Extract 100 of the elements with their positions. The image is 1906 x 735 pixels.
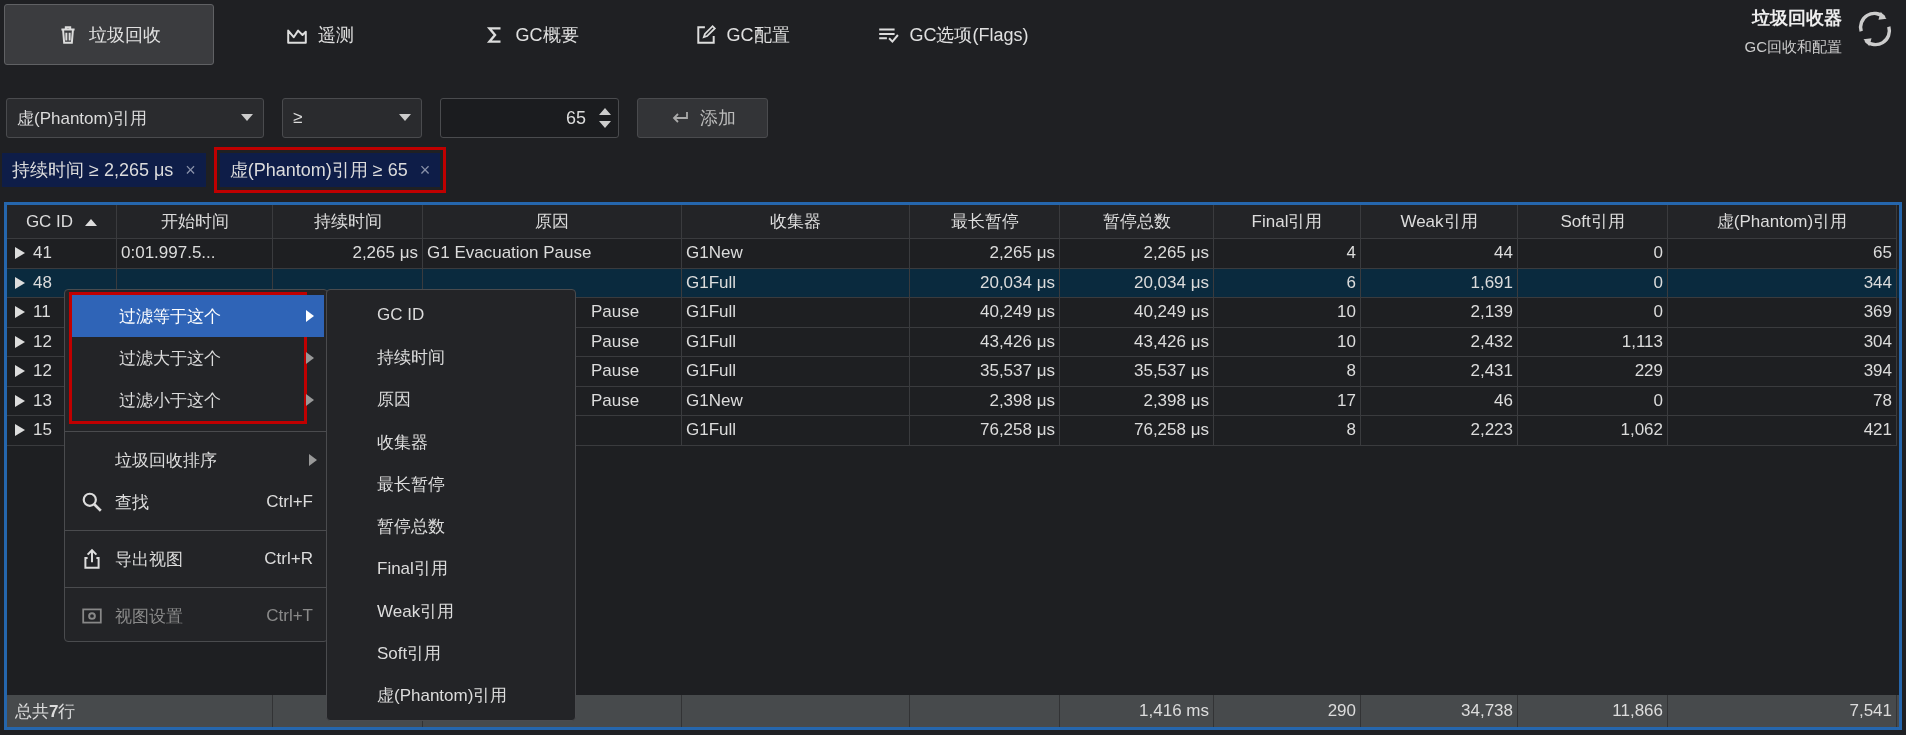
table-cell: 0 (1653, 272, 1663, 293)
table-cell: Pause (591, 331, 640, 352)
table-cell: 304 (1863, 331, 1892, 352)
expand-icon[interactable] (15, 394, 25, 407)
add-button[interactable]: 添加 (637, 98, 768, 138)
table-cell: 78 (1873, 390, 1892, 411)
caret-icon (399, 114, 411, 122)
table-cell: 41 (33, 243, 52, 264)
table-cell: 1,691 (1470, 272, 1513, 293)
table-cell: 76,258 μs (980, 420, 1055, 441)
menu-item[interactable]: Soft引用 (327, 632, 575, 675)
toolbar-tab[interactable]: GC配置 (637, 4, 847, 65)
field-dropdown[interactable]: 虚(Phantom)引用 (6, 98, 264, 138)
edit-icon (694, 23, 717, 46)
column-header[interactable]: Soft引用 (1518, 205, 1668, 239)
column-header[interactable]: 收集器 (682, 205, 910, 239)
table-cell: 2,431 (1470, 361, 1513, 382)
table-cell: 12 (33, 361, 52, 382)
table-cell: 35,537 μs (1134, 361, 1209, 382)
remove-button[interactable]: × (185, 159, 196, 181)
table-cell: 2,398 μs (989, 390, 1055, 411)
expand-icon[interactable] (15, 424, 25, 437)
menu-item[interactable]: Final引用 (327, 547, 575, 591)
expand-icon[interactable] (15, 247, 25, 260)
column-header[interactable]: 开始时间 (117, 205, 273, 239)
table-cell: 46 (1494, 390, 1513, 411)
total-cell: 11,866 (1612, 701, 1663, 721)
expand-icon[interactable] (15, 306, 25, 319)
menu-item[interactable]: 查找 Ctrl+F (65, 481, 327, 523)
total-cell: 7,541 (1849, 701, 1892, 721)
column-header[interactable]: GC ID (7, 205, 117, 239)
table-cell: 13 (33, 390, 52, 411)
table-row[interactable]: 41 0:01.997.5... 2,265 μs G1 Evacuation Pause G1New 2,265 μs 2,265 μs 4 44 0 65 (7, 239, 1899, 269)
column-header[interactable]: 虚(Phantom)引用 (1668, 205, 1897, 239)
column-header[interactable]: Final引用 (1214, 205, 1361, 239)
caret-icon (241, 114, 253, 122)
expand-icon[interactable] (15, 335, 25, 348)
table-cell: G1Full (686, 272, 737, 293)
table-cell: 1,062 (1620, 420, 1663, 441)
table-cell: 10 (1337, 302, 1356, 323)
table-cell: 0:01.997.5... (121, 243, 216, 264)
chip-label: 持续时间 ≥ 2,265 μs (12, 159, 174, 182)
toolbar-tab[interactable]: 遥测 (215, 4, 425, 65)
table-cell: 2,265 μs (1143, 243, 1209, 264)
operator-dropdown[interactable]: ≥ (282, 98, 422, 138)
table-cell: 369 (1863, 302, 1892, 323)
menu-item[interactable]: 虚(Phantom)引用 (327, 674, 575, 717)
share-icon (81, 548, 103, 570)
value-spinbox[interactable]: 65 (440, 98, 619, 138)
table-cell: 35,537 μs (980, 361, 1055, 382)
total-cell: 34,738 (1461, 701, 1513, 721)
toolbar-tab[interactable]: GC选项(Flags) (848, 4, 1058, 65)
panel-title: 垃圾回收器 (1752, 7, 1842, 30)
column-header[interactable]: 原因 (423, 205, 682, 239)
column-header[interactable]: 暂停总数 (1060, 205, 1214, 239)
table-cell: G1Full (686, 361, 737, 382)
table-cell: Pause (591, 361, 640, 382)
sort-ascending-icon (85, 217, 98, 226)
menu-item[interactable]: 过滤等于这个 (72, 295, 324, 337)
column-header[interactable]: 持续时间 (273, 205, 423, 239)
table-cell: 6 (1346, 272, 1356, 293)
table-cell: 40,249 μs (1134, 302, 1209, 323)
menu-item[interactable]: 导出视图 Ctrl+R (65, 538, 327, 580)
table-cell: 20,034 μs (980, 272, 1055, 293)
table-cell: 40,249 μs (980, 302, 1055, 323)
remove-button[interactable]: × (419, 159, 431, 181)
table-cell: G1Full (686, 420, 737, 441)
table-cell: 44 (1494, 243, 1513, 264)
submenu-arrow-icon (309, 454, 317, 466)
column-header[interactable]: 最长暂停 (910, 205, 1060, 239)
table-cell: G1New (686, 390, 743, 411)
menu-item[interactable]: Weak引用 (327, 590, 575, 633)
table-cell: 43,426 μs (1134, 331, 1209, 352)
table-cell: G1Full (686, 331, 737, 352)
total-cell: 290 (1327, 701, 1356, 721)
chip-label: 虚(Phantom)引用 ≥ 65 (229, 159, 408, 182)
menu-item[interactable]: 最长暂停 (327, 463, 575, 506)
table-cell: 394 (1863, 361, 1892, 382)
table-cell: G1 Evacuation Pause (427, 243, 592, 264)
table-cell: 43,426 μs (980, 331, 1055, 352)
table-cell: 15 (33, 420, 52, 441)
table-cell: 229 (1634, 361, 1663, 382)
menu-item[interactable]: 暂停总数 (327, 505, 575, 548)
column-header[interactable]: Weak引用 (1361, 205, 1518, 239)
table-cell: Pause (591, 302, 640, 323)
table-cell: 8 (1346, 420, 1356, 441)
toolbar-tab[interactable]: 垃圾回收 (4, 4, 214, 65)
table-cell: 0 (1653, 302, 1663, 323)
table-cell: 0 (1653, 390, 1663, 411)
toolbar-tab[interactable]: GC概要 (426, 4, 636, 65)
stepper-arrows-icon[interactable] (598, 106, 612, 130)
panel-subtitle: GC回收和配置 (1744, 38, 1842, 57)
table-cell: G1Full (686, 302, 737, 323)
expand-icon[interactable] (15, 365, 25, 378)
table-cell: 17 (1337, 390, 1356, 411)
table-cell: 11 (33, 302, 51, 323)
table-cell: 20,034 μs (1134, 272, 1209, 293)
search-icon (81, 491, 103, 513)
expand-icon[interactable] (15, 276, 25, 289)
table-cell: 65 (1873, 243, 1892, 264)
